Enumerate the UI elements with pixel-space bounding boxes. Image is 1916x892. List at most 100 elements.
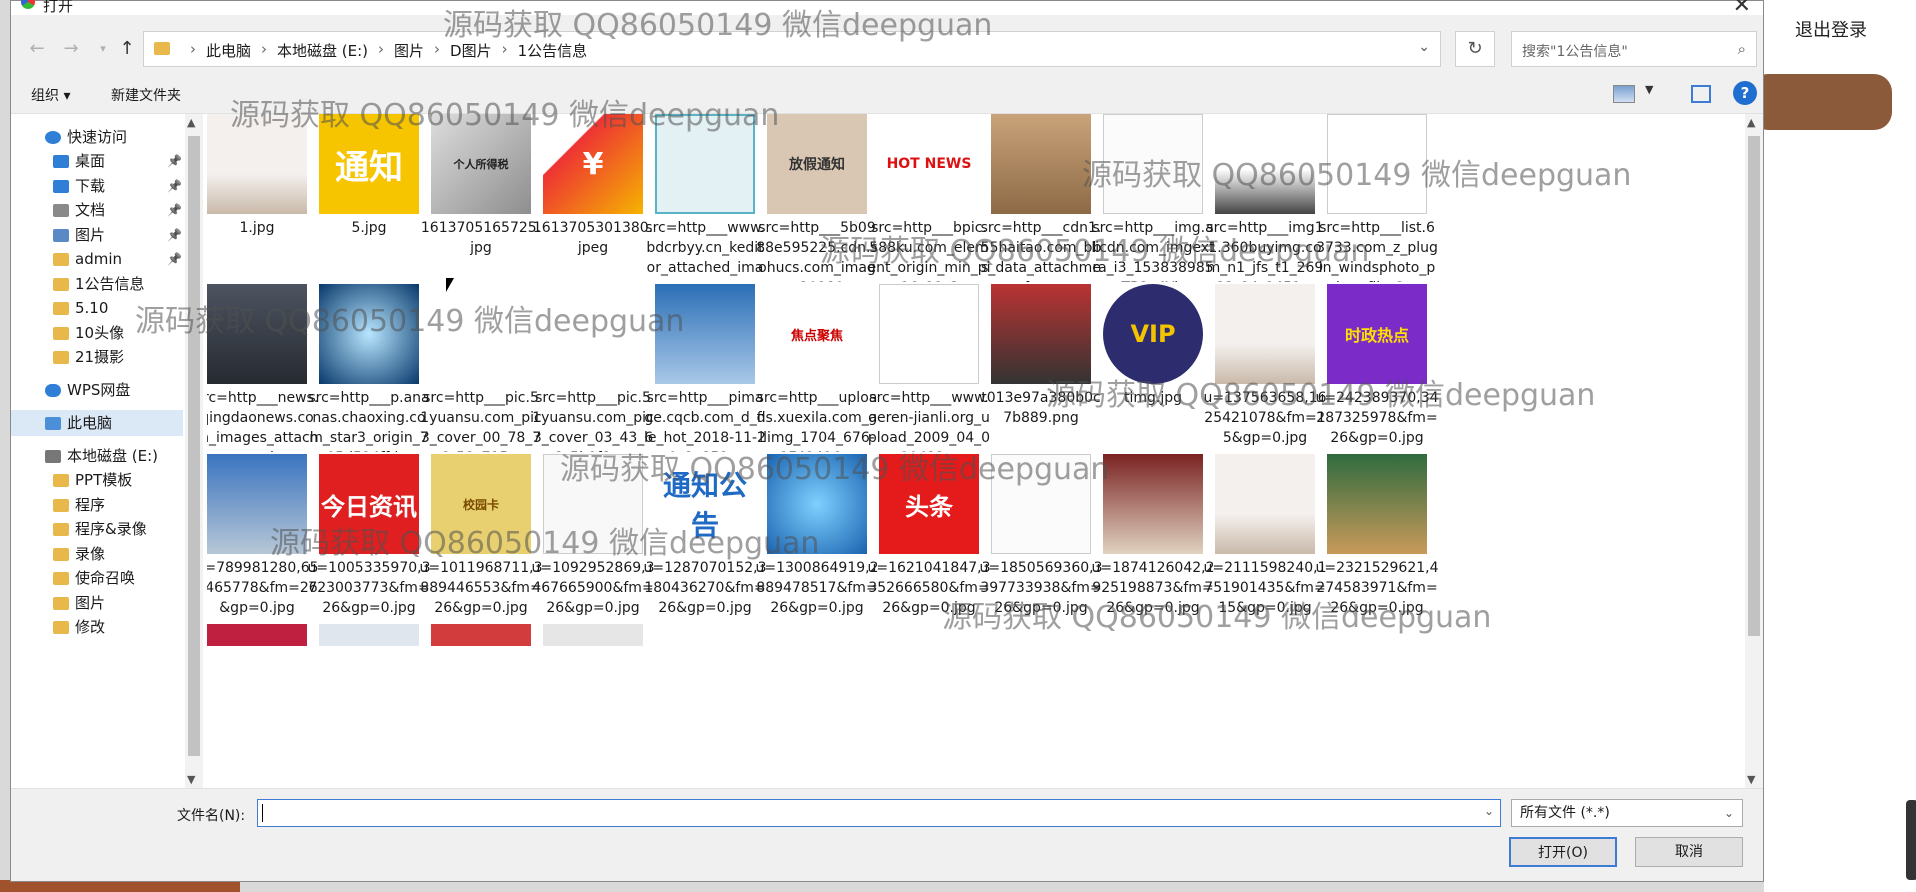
file-thumbnail[interactable]: ¥ xyxy=(543,114,643,214)
nav-item[interactable]: 桌面 📌 xyxy=(11,148,183,174)
nav-item[interactable]: 下载 📌 xyxy=(11,173,183,199)
file-thumbnail[interactable] xyxy=(319,284,419,384)
file-thumbnail[interactable]: 头条 xyxy=(879,454,979,554)
pin-icon[interactable]: 📌 xyxy=(167,148,182,174)
pin-icon[interactable]: 📌 xyxy=(167,246,182,272)
file-item[interactable]: ¥1613705301380.jpeg xyxy=(531,114,655,284)
nav-item[interactable]: 图片 📌 xyxy=(11,222,183,248)
scroll-down-icon[interactable]: ▼ xyxy=(1747,773,1755,786)
file-thumbnail[interactable]: 放假通知 xyxy=(767,114,867,214)
file-thumbnail[interactable] xyxy=(879,284,979,384)
file-name[interactable]: src=http___pimage.cqcb.com_d_file_hot_20… xyxy=(643,388,767,452)
nav-item[interactable]: 文档 📌 xyxy=(11,197,183,223)
file-name[interactable]: u=1621041847,3352666580&fm=26&gp=0.jpg xyxy=(867,558,991,618)
file-thumbnail[interactable] xyxy=(1327,454,1427,554)
file-thumbnail[interactable] xyxy=(1327,114,1427,214)
breadcrumb-item[interactable]: 图片 xyxy=(394,40,424,61)
file-name[interactable]: src=http___bpic.588ku.com_element_origin… xyxy=(867,218,991,282)
nav-item[interactable]: 21摄影 xyxy=(11,344,183,370)
address-bar[interactable]: › 此电脑 › 本地磁盘 (E:) › 图片 › D图片 › 1公告信息 ⌄ xyxy=(143,31,1441,67)
nav-item[interactable]: 程序 xyxy=(11,492,183,518)
file-item[interactable]: VIP timg.jpg xyxy=(1091,284,1215,454)
file-thumbnail[interactable]: 焦点聚焦 xyxy=(767,284,867,384)
nav-item[interactable]: 修改 xyxy=(11,614,183,640)
file-name[interactable]: src=http___uploads.xuexila.com_allimg_17… xyxy=(755,388,879,452)
file-item[interactable]: 今日资讯 u=1005335970,3723003773&fm=26&gp=0.j… xyxy=(307,454,431,624)
file-thumbnail[interactable] xyxy=(1215,284,1315,384)
chevron-down-icon[interactable]: ▼ xyxy=(1645,83,1653,96)
file-scrollbar[interactable]: ▲ ▼ xyxy=(1745,114,1763,788)
file-item[interactable]: src=http___www.geren-jianli.org_upload_2… xyxy=(867,284,991,454)
file-name[interactable]: u=137563658,1625421078&fm=15&gp=0.jpg xyxy=(1203,388,1327,448)
file-item[interactable]: u=137563658,1625421078&fm=15&gp=0.jpg xyxy=(1203,284,1327,454)
view-mode-icon[interactable] xyxy=(1613,85,1635,103)
file-name[interactable]: src=http___pic.51yuansu.com_pic3_cover_0… xyxy=(419,388,543,452)
file-item[interactable]: src=http___img11.360buyimg.com_n1_jfs_t1… xyxy=(1203,114,1327,284)
file-name[interactable]: src=http___p.ananas.chaoxing.com_star3_o… xyxy=(307,388,431,452)
file-thumbnail[interactable] xyxy=(655,114,755,214)
file-name[interactable]: 1613705165725.jpg xyxy=(419,218,543,258)
file-item[interactable]: 放假通知 src=http___5b0988e595225.cdn.sohucs.… xyxy=(755,114,879,284)
recent-locations-icon[interactable]: ▾ xyxy=(91,37,115,61)
file-thumbnail[interactable] xyxy=(207,454,307,554)
file-item[interactable]: 时政热点 u=242389370,34287325978&fm=26&gp=0.j… xyxy=(1315,284,1439,454)
file-item[interactable]: 校园卡 u=1011968711,3889446553&fm=26&gp=0.jp… xyxy=(419,454,543,624)
nav-item[interactable]: admin 📌 xyxy=(11,246,183,272)
nav-item[interactable]: 快速访问 xyxy=(11,124,183,150)
pin-icon[interactable]: 📌 xyxy=(167,222,182,248)
file-item[interactable]: src=http___pimage.cqcb.com_d_file_hot_20… xyxy=(643,284,767,454)
file-thumbnail[interactable] xyxy=(543,454,643,554)
nav-item[interactable]: 此电脑 xyxy=(11,410,183,436)
nav-scrollbar[interactable]: ▲ ▼ xyxy=(185,114,203,788)
file-scroll-thumb[interactable] xyxy=(1748,136,1760,636)
file-item[interactable]: src=http___news.qingdaonews.com_images_a… xyxy=(207,284,319,454)
file-item[interactable]: src=http___pic.51yuansu.com_pic3_cover_0… xyxy=(419,284,543,454)
scroll-up-icon[interactable]: ▲ xyxy=(187,116,195,129)
file-name[interactable]: 5.jpg xyxy=(307,218,431,238)
file-name[interactable]: u=1092952869,3467665900&fm=26&gp=0.jpg xyxy=(531,558,655,618)
file-name[interactable]: src=http___www.bdcrbyy.cn_keditor_attach… xyxy=(643,218,767,282)
file-thumbnail[interactable] xyxy=(991,454,1091,554)
file-name[interactable]: u=242389370,34287325978&fm=26&gp=0.jpg xyxy=(1315,388,1439,448)
file-name[interactable]: timg.jpg xyxy=(1091,388,1215,408)
file-item[interactable]: u=2111598240,1751901435&fm=15&gp=0.jpg xyxy=(1203,454,1327,624)
file-name[interactable]: src=http___img.alicdn.com_imgextra_i3_15… xyxy=(1091,218,1215,282)
file-name[interactable]: u=1011968711,3889446553&fm=26&gp=0.jpg xyxy=(419,558,543,618)
logout-link[interactable]: 退出登录 xyxy=(1795,16,1867,42)
background-nav-pill[interactable] xyxy=(1750,74,1892,130)
file-item[interactable]: u=1092952869,3467665900&fm=26&gp=0.jpg xyxy=(531,454,655,624)
file-item[interactable]: u=1850569360,3397733938&fm=26&gp=0.jpg xyxy=(979,454,1103,624)
breadcrumb-item[interactable]: 1公告信息 xyxy=(518,40,588,61)
file-item[interactable]: u=1874126042,2925198873&fm=26&gp=0.jpg xyxy=(1091,454,1215,624)
nav-scroll-thumb[interactable] xyxy=(188,136,200,756)
file-item[interactable]: 头条 u=1621041847,3352666580&fm=26&gp=0.jpg xyxy=(867,454,991,624)
file-item[interactable]: HOT NEWS src=http___bpic.588ku.com_elemen… xyxy=(867,114,991,284)
file-item[interactable]: 个人所得税 1613705165725.jpg xyxy=(419,114,543,284)
file-item[interactable]: src=http___img.alicdn.com_imgextra_i3_15… xyxy=(1091,114,1215,284)
file-thumbnail[interactable] xyxy=(1215,454,1315,554)
file-thumbnail[interactable] xyxy=(543,624,643,646)
nav-item[interactable]: 程序&录像 xyxy=(11,516,183,542)
file-thumbnail[interactable]: 今日资讯 xyxy=(319,454,419,554)
file-thumbnail[interactable]: 个人所得税 xyxy=(431,114,531,214)
file-thumbnail[interactable]: HOT NEWS xyxy=(879,114,979,214)
file-item[interactable]: src=http___cdn1.55haitao.com_bbs_data_at… xyxy=(979,114,1103,284)
file-thumbnail[interactable]: 通知 xyxy=(319,114,419,214)
nav-item[interactable]: 5.10 xyxy=(11,295,183,321)
up-arrow-icon[interactable]: ↑ xyxy=(115,37,139,61)
file-thumbnail[interactable] xyxy=(543,284,643,384)
forward-arrow-icon[interactable]: → xyxy=(59,37,83,61)
file-name[interactable]: src=http___cdn1.55haitao.com_bbs_data_at… xyxy=(979,218,1103,282)
file-item[interactable]: u=1300864919,2889478517&fm=26&gp=0.jpg xyxy=(755,454,879,624)
file-item[interactable]: 焦点聚焦 src=http___uploads.xuexila.com_allim… xyxy=(755,284,879,454)
nav-item[interactable]: 本地磁盘 (E:) xyxy=(11,443,183,469)
file-thumbnail[interactable] xyxy=(207,114,307,214)
file-name[interactable]: u=1850569360,3397733938&fm=26&gp=0.jpg xyxy=(979,558,1103,618)
file-thumbnail[interactable] xyxy=(1103,454,1203,554)
chevron-down-icon[interactable]: ⌄ xyxy=(1418,39,1430,55)
file-item[interactable]: 1.jpg xyxy=(207,114,319,284)
nav-item[interactable]: 录像 xyxy=(11,541,183,567)
file-thumbnail[interactable]: 时政热点 xyxy=(1327,284,1427,384)
file-name[interactable]: u=1874126042,2925198873&fm=26&gp=0.jpg xyxy=(1091,558,1215,618)
new-folder-button[interactable]: 新建文件夹 xyxy=(111,85,181,105)
